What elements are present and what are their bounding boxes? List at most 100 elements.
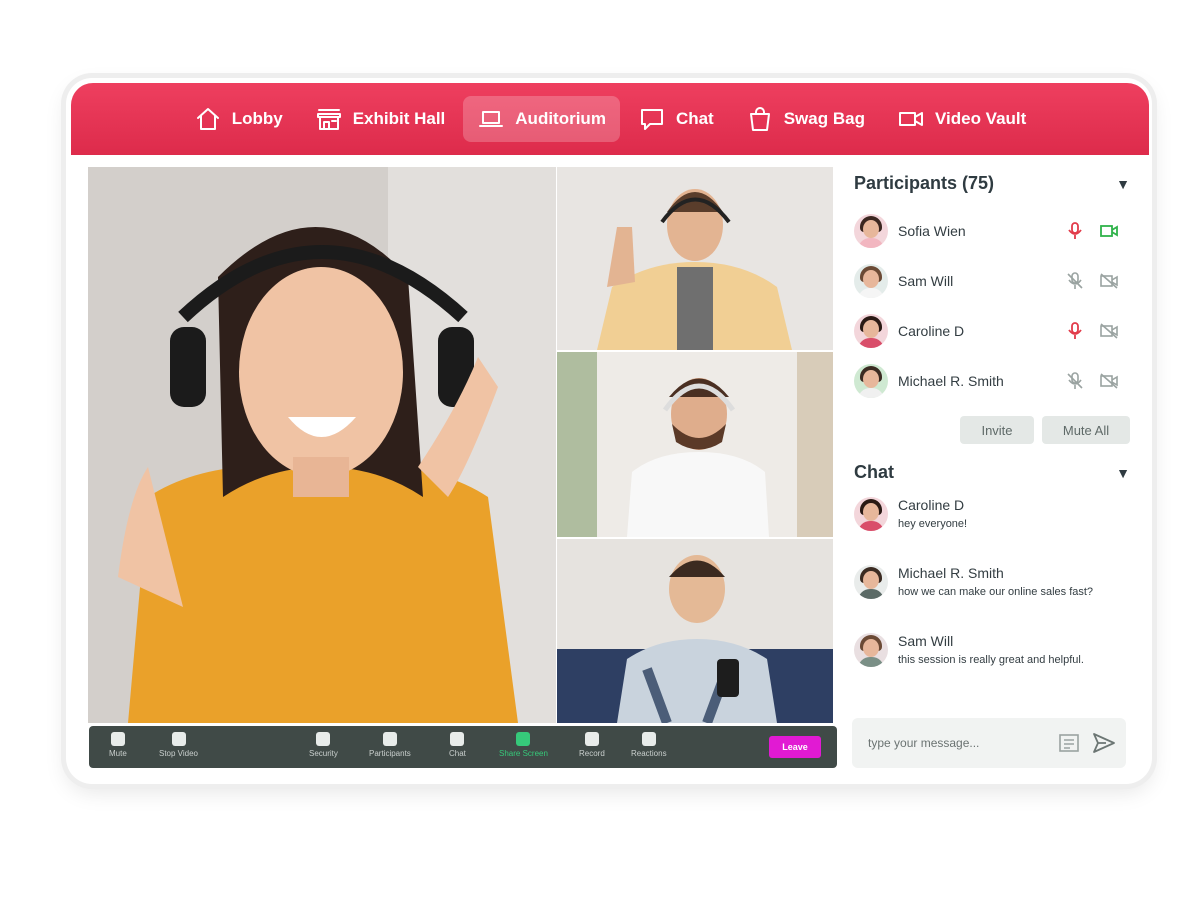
app-window: Lobby Exhibit Hall Auditorium Chat Swag … [66, 78, 1152, 784]
microphone-muted-icon[interactable] [1066, 372, 1084, 390]
chevron-down-icon[interactable]: ▼ [1116, 465, 1130, 481]
nav-item-label: Lobby [231, 109, 283, 128]
avatar [854, 364, 888, 398]
video-off-icon[interactable] [1100, 372, 1118, 390]
chat-message-list: Caroline D hey everyone! Michael R. Smit… [854, 497, 1130, 687]
meeting-control-bar: Mute Stop Video Security Participants Ch… [89, 726, 837, 768]
video-camera-icon [898, 112, 923, 126]
record-button[interactable]: Record [579, 732, 605, 758]
chat-message: Sam Will this session is really great an… [854, 633, 1130, 687]
avatar [854, 565, 888, 599]
stop-video-button[interactable]: Stop Video [159, 732, 198, 758]
participants-button[interactable]: Participants [369, 732, 411, 758]
home-icon [196, 108, 219, 130]
laptop-icon [479, 111, 504, 127]
chat-button[interactable]: Chat [449, 732, 466, 758]
avatar [854, 633, 888, 667]
video-tile-participant[interactable] [557, 539, 833, 723]
participant-list: Sofia Wien Sam Will Caroline D Michael R… [854, 206, 1130, 406]
avatar [854, 214, 888, 248]
leave-button[interactable]: Leave [769, 736, 821, 758]
control-label: Participants [369, 749, 411, 758]
side-panel: Participants (75) ▼ Sofia Wien Sam Will [854, 173, 1130, 687]
participant-name: Michael R. Smith [898, 373, 1004, 389]
nav-item-label: Auditorium [515, 109, 606, 128]
video-tile-participant[interactable] [557, 352, 833, 537]
speaker-video-illustration [88, 167, 556, 723]
chat-message: Michael R. Smith how we can make our onl… [854, 565, 1130, 619]
participant-video-illustration [557, 352, 833, 537]
video-grid [88, 167, 833, 723]
nav-item-swag-bag[interactable]: Swag Bag [732, 96, 879, 142]
control-label: Chat [449, 749, 466, 758]
chat-sender: Sam Will [898, 633, 954, 649]
mute-button[interactable]: Mute [109, 732, 127, 758]
microphone-muted-icon[interactable] [1066, 272, 1084, 290]
chat-bubble-icon [450, 732, 465, 746]
nav-item-label: Exhibit Hall [352, 109, 446, 128]
nav-item-video-vault[interactable]: Video Vault [883, 96, 1040, 142]
record-icon [584, 732, 599, 746]
nav-item-auditorium[interactable]: Auditorium [463, 96, 620, 142]
participant-actions: Invite Mute All [854, 416, 1130, 444]
attachment-icon[interactable] [1058, 732, 1080, 754]
control-label: Share Screen [499, 749, 548, 758]
participant-name: Sofia Wien [898, 223, 966, 239]
avatar [854, 314, 888, 348]
microphone-icon[interactable] [1066, 222, 1084, 240]
chat-header[interactable]: Chat ▼ [854, 462, 1130, 483]
participants-title: Participants (75) [854, 173, 995, 193]
chat-message: Caroline D hey everyone! [854, 497, 1130, 551]
participant-name: Sam Will [898, 273, 954, 289]
control-label: Stop Video [159, 749, 198, 758]
video-tile-main-speaker[interactable] [88, 167, 556, 723]
video-tile-participant[interactable] [557, 167, 833, 350]
video-camera-icon[interactable] [1100, 222, 1118, 240]
chat-input-bar [852, 718, 1126, 768]
participants-header[interactable]: Participants (75) ▼ [854, 173, 1130, 194]
chat-text: this session is really great and helpful… [898, 654, 1084, 666]
participant-row[interactable]: Michael R. Smith [854, 356, 1130, 406]
nav-item-lobby[interactable]: Lobby [180, 96, 297, 142]
emoji-icon [641, 732, 656, 746]
nav-item-chat[interactable]: Chat [624, 96, 728, 142]
microphone-icon [110, 732, 125, 746]
chat-bubble-icon [640, 109, 663, 130]
people-icon [382, 732, 397, 746]
chat-title: Chat [854, 462, 894, 482]
security-button[interactable]: Security [309, 732, 338, 758]
avatar [854, 497, 888, 531]
mute-all-button[interactable]: Mute All [1042, 416, 1130, 444]
control-label: Mute [109, 749, 127, 758]
storefront-icon [316, 109, 341, 130]
reactions-button[interactable]: Reactions [631, 732, 667, 758]
nav-item-exhibit-hall[interactable]: Exhibit Hall [301, 96, 460, 142]
video-camera-icon [171, 732, 186, 746]
invite-button[interactable]: Invite [960, 416, 1034, 444]
control-label: Security [309, 749, 338, 758]
chat-sender: Caroline D [898, 497, 965, 513]
chat-message-input[interactable] [866, 735, 1050, 751]
avatar [854, 264, 888, 298]
top-navigation: Lobby Exhibit Hall Auditorium Chat Swag … [71, 83, 1149, 155]
participant-video-illustration [557, 539, 833, 723]
share-screen-icon [516, 732, 531, 746]
microphone-icon[interactable] [1066, 322, 1084, 340]
chat-text: hey everyone! [898, 518, 968, 530]
nav-item-label: Video Vault [934, 109, 1027, 128]
participant-row[interactable]: Sofia Wien [854, 206, 1130, 256]
video-off-icon[interactable] [1100, 322, 1118, 340]
chevron-down-icon[interactable]: ▼ [1116, 176, 1130, 192]
participant-row[interactable]: Sam Will [854, 256, 1130, 306]
share-screen-button[interactable]: Share Screen [499, 732, 548, 758]
nav-item-label: Chat [675, 109, 714, 128]
shopping-bag-icon [749, 107, 770, 131]
video-off-icon[interactable] [1100, 272, 1118, 290]
chat-sender: Michael R. Smith [898, 565, 1004, 581]
chat-text: how we can make our online sales fast? [898, 586, 1094, 598]
participant-video-illustration [557, 167, 833, 350]
control-label: Reactions [631, 749, 667, 758]
participant-row[interactable]: Caroline D [854, 306, 1130, 356]
control-label: Record [579, 749, 605, 758]
send-icon[interactable] [1092, 732, 1116, 754]
